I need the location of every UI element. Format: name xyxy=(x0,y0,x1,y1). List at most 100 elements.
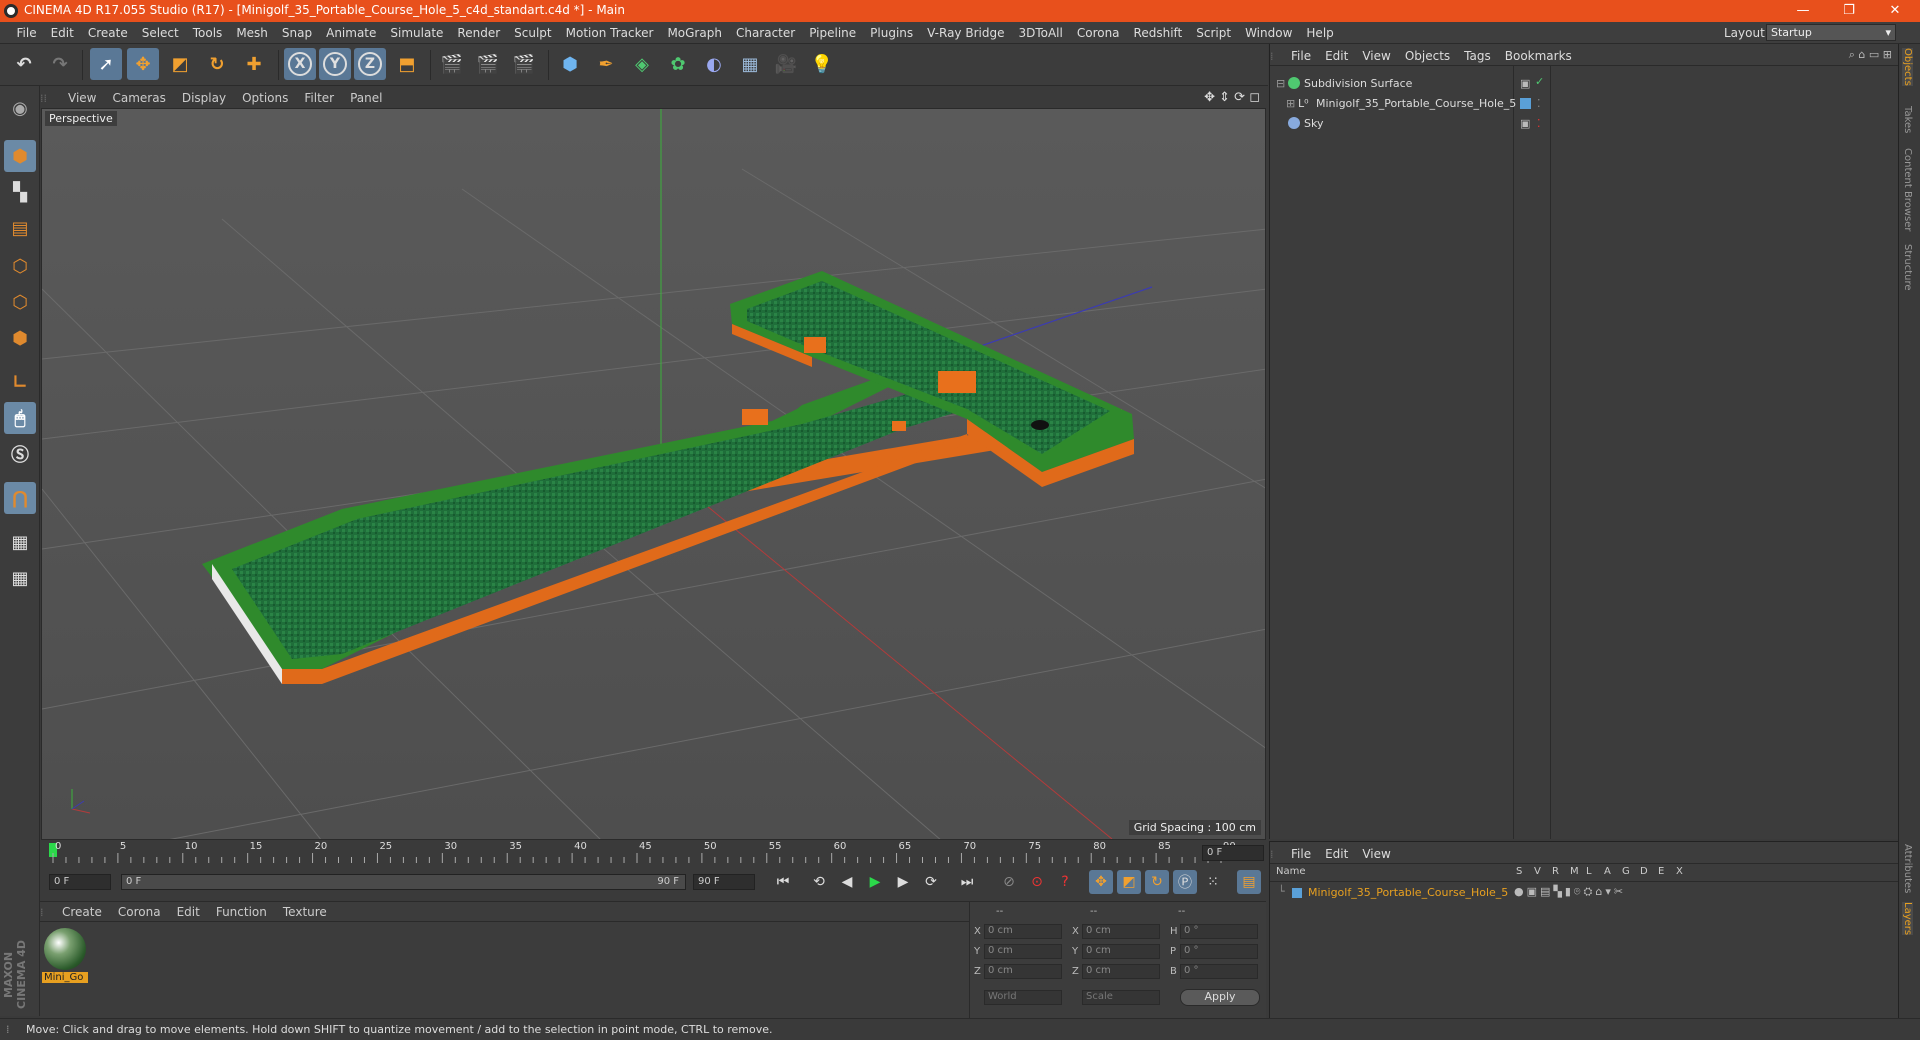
timeline-ruler[interactable]: 051015202530354045505560657075808590 0 F xyxy=(41,841,1266,865)
autokey-icon[interactable]: ⊙ xyxy=(1025,870,1049,894)
object-name[interactable]: Subdivision Surface xyxy=(1304,77,1412,90)
menu-render[interactable]: Render xyxy=(450,22,507,40)
next-key-icon[interactable]: ⟳ xyxy=(919,870,943,894)
y-axis-lock-button[interactable]: Y xyxy=(319,48,351,80)
viewport-navigation-icons[interactable]: ✥ ⇕ ⟳ ◻ xyxy=(1204,90,1260,105)
lm-menu-file[interactable]: File xyxy=(1284,842,1318,861)
start-frame-field[interactable]: 0 F xyxy=(49,874,111,890)
array-icon[interactable]: ✿ xyxy=(662,48,694,80)
menu-window[interactable]: Window xyxy=(1238,22,1299,40)
key-position-icon[interactable]: ✥ xyxy=(1089,870,1113,894)
layer-row[interactable]: └ Minigolf_35_Portable_Course_Hole_5 ●▣▤… xyxy=(1270,884,1899,902)
move-tool-icon[interactable]: ✥ xyxy=(127,48,159,80)
scale-tool-icon[interactable]: ◩ xyxy=(164,48,196,80)
go-to-start-icon[interactable]: ⏮ xyxy=(771,870,795,894)
menu-corona[interactable]: Corona xyxy=(1070,22,1127,40)
axis-mode-icon[interactable]: ∟ xyxy=(4,366,36,398)
size-y-field[interactable]: 0 cm xyxy=(1082,944,1160,959)
timeline-window-icon[interactable]: ▤ xyxy=(1237,870,1261,894)
object-name[interactable]: Sky xyxy=(1304,117,1323,130)
tab-attributes[interactable]: Attributes xyxy=(1902,844,1913,893)
object-row-subdivision[interactable]: ⊟ Subdivision Surface ▣ ✓ xyxy=(1270,74,1899,94)
texture-mode-icon[interactable]: ▚ xyxy=(4,176,36,208)
frame-range-slider[interactable]: 0 F 90 F xyxy=(121,874,686,890)
layer-color-icon[interactable] xyxy=(1292,888,1302,898)
cube-primitive-icon[interactable]: ⬢ xyxy=(554,48,586,80)
pen-spline-icon[interactable]: ✒ xyxy=(590,48,622,80)
render-settings-icon[interactable]: 🎬 xyxy=(508,48,540,80)
record-keys-icon[interactable]: ⊘ xyxy=(997,870,1021,894)
undo-icon[interactable]: ↶ xyxy=(8,48,40,80)
workplane-mode-icon[interactable]: ▤ xyxy=(4,212,36,244)
collapse-icon[interactable]: ⊟ xyxy=(1276,77,1285,90)
menu-animate[interactable]: Animate xyxy=(319,22,383,40)
layout-select[interactable]: Startup ▾ xyxy=(1766,24,1896,41)
menu-pipeline[interactable]: Pipeline xyxy=(802,22,863,40)
camera-icon[interactable]: 🎥 xyxy=(770,48,802,80)
minimize-button[interactable]: — xyxy=(1780,1,1826,21)
material-swatch[interactable]: Mini_Go xyxy=(42,926,88,986)
key-parameter-icon[interactable]: Ⓟ xyxy=(1173,870,1197,894)
viewport-menu-display[interactable]: Display xyxy=(174,88,234,105)
make-editable-icon[interactable]: ◉ xyxy=(4,92,36,124)
live-selection-icon[interactable]: ➚ xyxy=(90,48,122,80)
maximize-button[interactable]: ❐ xyxy=(1826,1,1872,21)
magnet-icon[interactable]: ⋂ xyxy=(4,482,36,514)
om-menu-objects[interactable]: Objects xyxy=(1398,44,1457,63)
rot-p-field[interactable]: 0 ° xyxy=(1180,944,1258,959)
viewport-menu-cameras[interactable]: Cameras xyxy=(104,88,173,105)
menu-edit[interactable]: Edit xyxy=(44,22,81,40)
size-z-field[interactable]: 0 cm xyxy=(1082,964,1160,979)
model-mode-icon[interactable]: ⬢ xyxy=(4,140,36,172)
rot-h-field[interactable]: 0 ° xyxy=(1180,924,1258,939)
menu-character[interactable]: Character xyxy=(729,22,802,40)
layer-toggle-icons[interactable]: ●▣▤▚▮⌾⛭⌂▾✂ xyxy=(1514,885,1626,899)
tweak-mode-icon[interactable]: 🖱 xyxy=(4,402,36,434)
menu-mesh[interactable]: Mesh xyxy=(229,22,275,40)
current-frame-field[interactable]: 0 F xyxy=(1202,845,1264,861)
object-row-sky[interactable]: Sky ▣ ⁚ xyxy=(1270,114,1899,134)
light-icon[interactable]: 💡 xyxy=(806,48,838,80)
object-row-minigolf[interactable]: ⊞ L⁰ Minigolf_35_Portable_Course_Hole_5 … xyxy=(1270,94,1899,114)
key-pla-icon[interactable]: ⁙ xyxy=(1201,870,1225,894)
tab-objects[interactable]: Objects xyxy=(1902,48,1913,86)
viewport-menu-options[interactable]: Options xyxy=(234,88,296,105)
om-menu-view[interactable]: View xyxy=(1355,44,1397,63)
om-search-home-icons[interactable]: ⌕ ⌂ ▭ ⊞ xyxy=(1849,48,1892,62)
material-menu-function[interactable]: Function xyxy=(208,902,275,919)
key-scale-icon[interactable]: ◩ xyxy=(1117,870,1141,894)
transform-tool-icon[interactable]: ✚ xyxy=(238,48,270,80)
lock-workplane-icon[interactable]: ▦ xyxy=(4,526,36,558)
perspective-viewport[interactable]: Perspective Grid Spacing : 100 cm xyxy=(41,108,1266,840)
layer-color-icon[interactable] xyxy=(1520,98,1531,109)
points-mode-icon[interactable]: ⬡ xyxy=(4,250,36,282)
floor-icon[interactable]: ▦ xyxy=(734,48,766,80)
size-x-field[interactable]: 0 cm xyxy=(1082,924,1160,939)
material-menu-texture[interactable]: Texture xyxy=(275,902,335,919)
coordinate-system-icon[interactable]: ⬒ xyxy=(391,48,423,80)
tab-structure[interactable]: Structure xyxy=(1902,244,1913,291)
render-view-icon[interactable]: 🎬 xyxy=(436,48,468,80)
close-button[interactable]: ✕ xyxy=(1872,1,1918,21)
pos-x-field[interactable]: 0 cm xyxy=(984,924,1062,939)
visibility-dots-icon[interactable]: ▣ xyxy=(1520,77,1530,90)
visibility-dots-icon[interactable]: ⁚ xyxy=(1537,97,1541,110)
pos-y-field[interactable]: 0 cm xyxy=(984,944,1062,959)
coordinate-mode-select[interactable]: World xyxy=(984,990,1062,1005)
om-menu-bookmarks[interactable]: Bookmarks xyxy=(1498,44,1579,63)
tab-content-browser[interactable]: Content Browser xyxy=(1902,148,1913,231)
render-disabled-icon[interactable]: ⁚ xyxy=(1537,117,1541,130)
go-to-end-icon[interactable]: ⏭ xyxy=(955,870,979,894)
visibility-dots-icon[interactable]: ▣ xyxy=(1520,117,1530,130)
deformer-icon[interactable]: ◐ xyxy=(698,48,730,80)
enabled-check-icon[interactable]: ✓ xyxy=(1535,75,1544,88)
viewport-menu-filter[interactable]: Filter xyxy=(296,88,342,105)
menu-select[interactable]: Select xyxy=(135,22,186,40)
redo-icon[interactable]: ↷ xyxy=(44,48,76,80)
menu-vray-bridge[interactable]: V-Ray Bridge xyxy=(920,22,1011,40)
menu-plugins[interactable]: Plugins xyxy=(863,22,920,40)
next-frame-icon[interactable]: ▶ xyxy=(891,870,915,894)
om-menu-tags[interactable]: Tags xyxy=(1457,44,1498,63)
key-rotation-icon[interactable]: ↻ xyxy=(1145,870,1169,894)
pos-z-field[interactable]: 0 cm xyxy=(984,964,1062,979)
